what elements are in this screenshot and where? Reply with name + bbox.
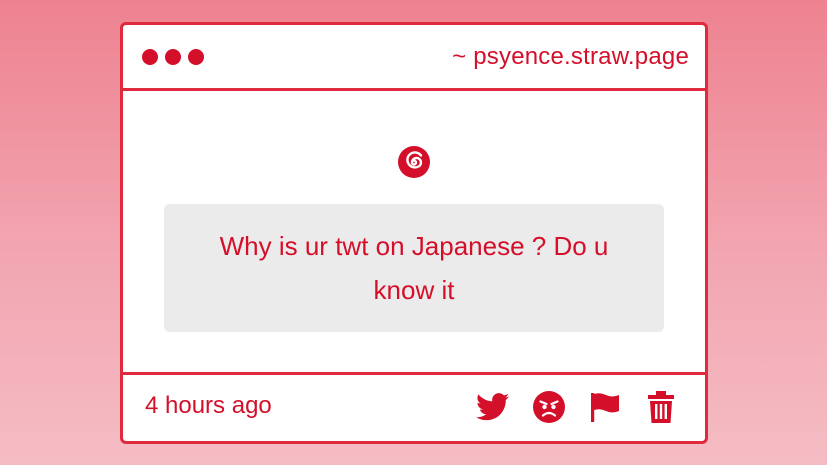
post-card: ~ psyence.straw.page Why is ur twt on Ja… — [120, 22, 708, 444]
page-url[interactable]: ~ psyence.straw.page — [452, 43, 689, 71]
post-footer: 4 hours ago — [123, 372, 705, 441]
spiral-icon — [397, 145, 431, 179]
window-dot-1[interactable] — [142, 49, 158, 65]
window-dot-3[interactable] — [188, 49, 204, 65]
window-dot-2[interactable] — [165, 49, 181, 65]
angry-face-icon[interactable] — [531, 389, 567, 425]
post-content: Why is ur twt on Japanese ? Do u know it — [123, 91, 705, 372]
action-bar — [475, 389, 679, 425]
question-box: Why is ur twt on Japanese ? Do u know it — [164, 204, 664, 332]
question-text: Why is ur twt on Japanese ? Do u know it — [219, 231, 609, 305]
trash-icon[interactable] — [643, 389, 679, 425]
flag-icon[interactable] — [587, 389, 623, 425]
window-titlebar: ~ psyence.straw.page — [123, 25, 705, 91]
post-timestamp: 4 hours ago — [145, 392, 272, 419]
window-controls — [142, 49, 204, 65]
twitter-icon[interactable] — [475, 389, 511, 425]
